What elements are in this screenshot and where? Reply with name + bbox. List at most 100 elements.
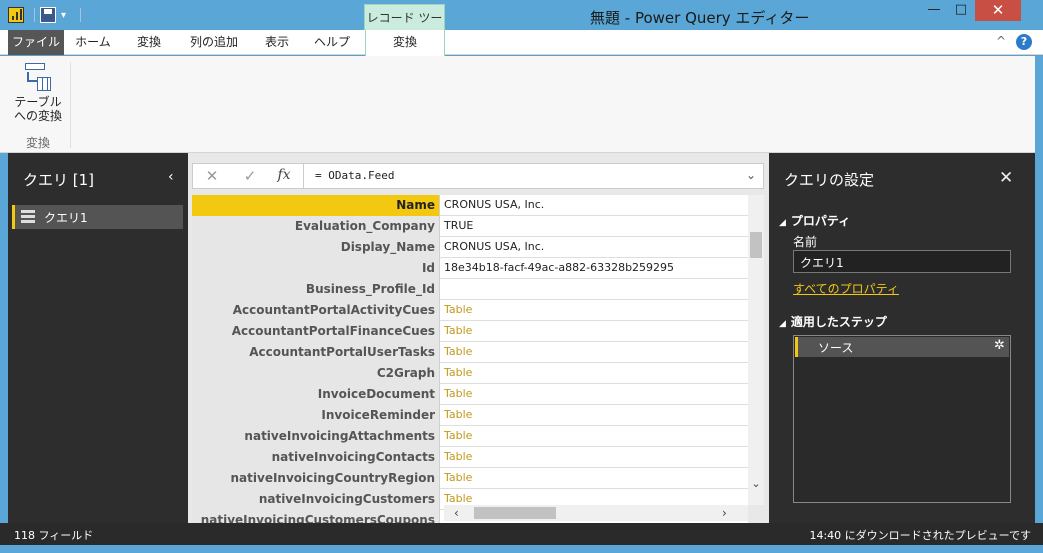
confirm-formula-icon[interactable]: ✓ — [239, 167, 261, 185]
horizontal-scrollbar[interactable]: ‹ › — [444, 505, 748, 521]
table-row[interactable]: nativeInvoicingCountryRegion Table — [192, 468, 748, 489]
field-name-cell[interactable]: nativeInvoicingCountryRegion — [192, 468, 440, 489]
field-name-cell[interactable]: nativeInvoicingCustomersCoupons — [192, 510, 440, 523]
ribbon-group-separator — [70, 62, 71, 148]
table-row[interactable]: Id 18e34b18-facf-49ac-a882-63328b259295 — [192, 258, 748, 279]
quick-access-separator — [80, 8, 81, 22]
table-link-cell[interactable]: Table — [444, 300, 472, 321]
scroll-down-icon[interactable]: ⌄ — [750, 477, 762, 490]
window-frame-right — [1035, 56, 1043, 523]
fx-icon[interactable]: fx — [273, 167, 295, 183]
tab-help[interactable]: ヘルプ — [304, 30, 360, 55]
table-link-cell[interactable]: Table — [444, 447, 472, 468]
field-value-cell: CRONUS USA, Inc. — [444, 198, 545, 211]
close-settings-icon[interactable]: ✕ — [999, 168, 1013, 188]
table-row[interactable]: C2Graph Table — [192, 363, 748, 384]
field-name-cell[interactable]: nativeInvoicingContacts — [192, 447, 440, 468]
table-row[interactable]: AccountantPortalFinanceCues Table — [192, 321, 748, 342]
table-link-cell[interactable]: Table — [444, 405, 472, 426]
vertical-scroll-thumb[interactable] — [750, 232, 762, 258]
to-table-label-line1: テーブル — [14, 95, 62, 109]
ribbon-panel: テーブル への変換 変換 — [0, 56, 1035, 153]
window-title: 無題 - Power Query エディター — [590, 9, 810, 27]
field-name-cell[interactable]: C2Graph — [192, 363, 440, 384]
window-frame-left — [0, 153, 8, 523]
to-table-label-line2: への変換 — [13, 109, 62, 123]
tab-add-column[interactable]: 列の追加 — [178, 30, 250, 55]
ribbon-tabs: ファイル ホーム 変換 列の追加 表示 ヘルプ 変換 ^ ? — [0, 30, 1043, 56]
table-link-cell[interactable]: Table — [444, 363, 472, 384]
table-row[interactable]: Business_Profile_Id — [192, 279, 748, 300]
tab-file[interactable]: ファイル — [8, 30, 64, 55]
field-name-cell[interactable]: InvoiceReminder — [192, 405, 440, 426]
minimize-button[interactable]: — — [921, 0, 947, 21]
field-name-cell[interactable]: Business_Profile_Id — [192, 279, 440, 300]
tab-record-transform[interactable]: 変換 — [365, 30, 445, 56]
table-row[interactable]: Display_Name CRONUS USA, Inc. — [192, 237, 748, 258]
collapse-triangle-icon: ◢ — [779, 319, 786, 329]
field-value-cell: CRONUS USA, Inc. — [444, 240, 545, 253]
table-link-cell[interactable]: Table — [444, 384, 472, 405]
tab-transform[interactable]: 変換 — [122, 30, 176, 55]
field-name-cell[interactable]: AccountantPortalFinanceCues — [192, 321, 440, 342]
save-icon[interactable] — [40, 7, 56, 23]
tab-home[interactable]: ホーム — [66, 30, 120, 55]
field-name-cell[interactable]: AccountantPortalUserTasks — [192, 342, 440, 363]
field-name-cell[interactable]: InvoiceDocument — [192, 384, 440, 405]
table-row[interactable]: Name CRONUS USA, Inc. — [192, 195, 748, 216]
table-row[interactable]: AccountantPortalUserTasks Table — [192, 342, 748, 363]
query-name-input[interactable]: クエリ1 — [793, 250, 1011, 273]
ribbon-group-label: 変換 — [25, 136, 50, 150]
field-name-cell[interactable]: Id — [192, 258, 440, 279]
table-link-cell[interactable]: Table — [444, 426, 472, 447]
table-row[interactable]: InvoiceDocument Table — [192, 384, 748, 405]
applied-steps-list: ソース ✲ — [793, 335, 1011, 503]
field-name-cell[interactable]: Name — [192, 195, 440, 216]
queries-pane: クエリ [1] ‹ クエリ1 — [8, 153, 188, 523]
table-row[interactable]: nativeInvoicingContacts Table — [192, 447, 748, 468]
table-link-cell[interactable]: Table — [444, 321, 472, 342]
table-row[interactable]: InvoiceReminder Table — [192, 405, 748, 426]
field-name-cell[interactable]: AccountantPortalActivityCues — [192, 300, 440, 321]
scroll-left-icon[interactable]: ‹ — [454, 506, 459, 520]
applied-steps-header[interactable]: ◢ 適用したステップ — [779, 313, 887, 330]
ribbon-collapse-icon[interactable]: ^ — [996, 34, 1006, 48]
close-button[interactable]: ✕ — [975, 0, 1021, 21]
query-item[interactable]: クエリ1 — [12, 205, 183, 229]
collapse-queries-icon[interactable]: ‹ — [168, 169, 174, 185]
table-row[interactable]: AccountantPortalActivityCues Table — [192, 300, 748, 321]
scroll-right-icon[interactable]: › — [722, 506, 727, 520]
field-name-cell[interactable]: nativeInvoicingAttachments — [192, 426, 440, 447]
field-name-cell[interactable]: Evaluation_Company — [192, 216, 440, 237]
expand-formula-icon[interactable]: ⌄ — [746, 168, 756, 182]
queries-title: クエリ [1] — [23, 171, 95, 189]
horizontal-scroll-thumb[interactable] — [474, 507, 556, 519]
formula-bar: ✕ ✓ fx = OData.Feed ⌄ — [192, 163, 764, 189]
name-label: 名前 — [793, 235, 818, 249]
maximize-button[interactable]: □ — [948, 0, 974, 21]
main-area: ✕ ✓ fx = OData.Feed ⌄ Name CRONUS USA, In… — [188, 153, 769, 523]
gear-icon[interactable]: ✲ — [994, 338, 1005, 353]
step-item[interactable]: ソース ✲ — [795, 337, 1009, 357]
field-name-cell[interactable]: Display_Name — [192, 237, 440, 258]
help-icon[interactable]: ? — [1016, 34, 1032, 50]
quick-access-dropdown-icon[interactable]: ▾ — [61, 10, 66, 21]
table-row[interactable]: nativeInvoicingAttachments Table — [192, 426, 748, 447]
field-name-cell[interactable]: nativeInvoicingCustomers — [192, 489, 440, 510]
properties-header[interactable]: ◢ プロパティ — [779, 212, 850, 229]
table-row[interactable]: Evaluation_Company TRUE — [192, 216, 748, 237]
field-value-cell: TRUE — [444, 219, 474, 232]
tab-view[interactable]: 表示 — [252, 30, 302, 55]
table-link-cell[interactable]: Table — [444, 342, 472, 363]
properties-header-label: プロパティ — [790, 214, 851, 228]
power-bi-logo-icon — [8, 7, 24, 23]
table-link-cell[interactable]: Table — [444, 468, 472, 489]
query-settings-pane: クエリの設定 ✕ ◢ プロパティ 名前 クエリ1 すべてのプロパティ ◢ 適用したス… — [769, 153, 1035, 523]
formula-input[interactable]: = OData.Feed — [315, 169, 394, 182]
all-properties-link[interactable]: すべてのプロパティ — [793, 280, 899, 297]
cancel-formula-icon[interactable]: ✕ — [201, 167, 223, 185]
vertical-scrollbar[interactable]: ⌄ — [748, 195, 764, 505]
to-table-button[interactable]: テーブル への変換 — [10, 60, 66, 130]
field-count-status: 118 フィールド — [14, 529, 94, 542]
contextual-tab-header: レコード ツール — [364, 4, 445, 52]
